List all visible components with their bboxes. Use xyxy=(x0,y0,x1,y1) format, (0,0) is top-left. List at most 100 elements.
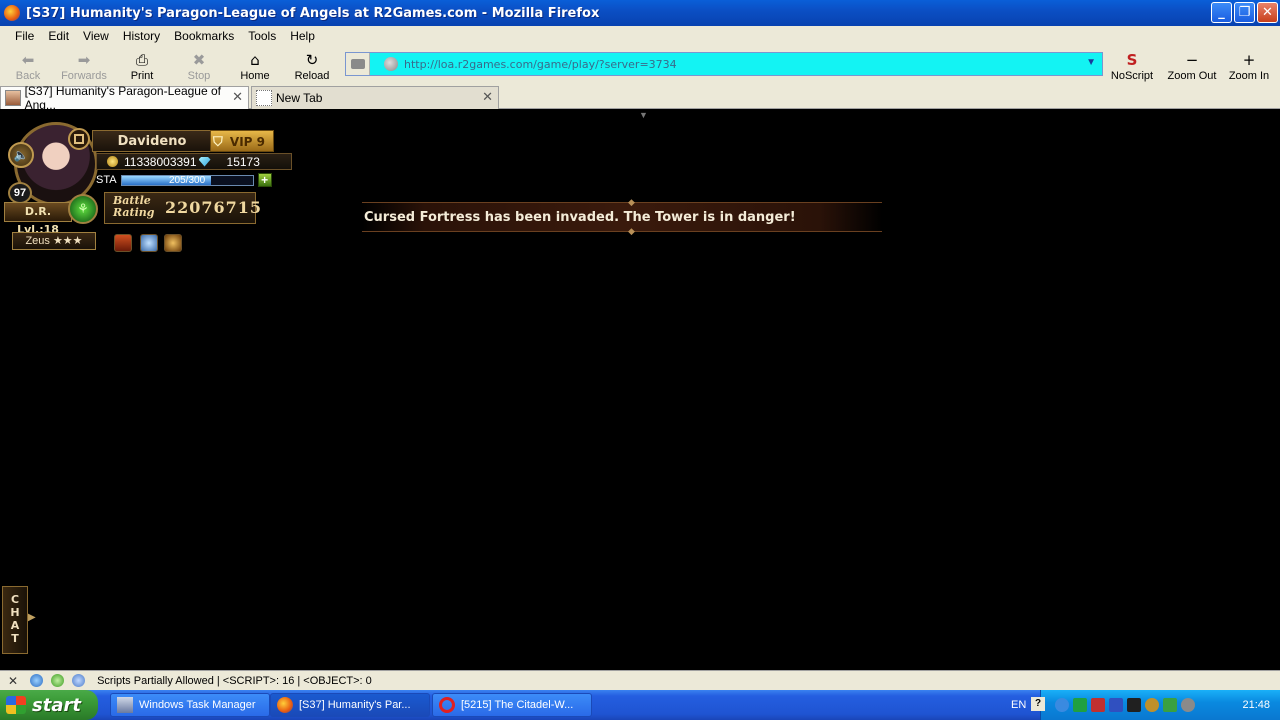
tray-expand-icon[interactable] xyxy=(1055,698,1069,712)
reload-button[interactable]: ↻ Reload xyxy=(284,48,340,82)
info-icon[interactable] xyxy=(72,674,86,687)
menu-bar: File Edit View History Bookmarks Tools H… xyxy=(0,26,1280,46)
noscript-label: NoScript xyxy=(1110,70,1154,82)
player-hud: 🔈 97 Davideno ⛉ VIP 9 11338003391 15173 … xyxy=(0,120,300,260)
vip-badge[interactable]: ⛉ VIP 9 xyxy=(210,130,274,152)
gold-coin-icon xyxy=(107,156,118,167)
menu-help[interactable]: Help xyxy=(283,29,322,43)
home-icon: ⌂ xyxy=(250,51,260,69)
language-indicator[interactable]: EN xyxy=(1011,699,1026,711)
battle-rating-panel: Battle Rating 22076715 xyxy=(104,192,261,224)
noscript-button[interactable]: S NoScript xyxy=(1104,48,1160,82)
forward-label: Forwards xyxy=(61,70,107,82)
menu-square-icon[interactable] xyxy=(68,128,90,150)
windows-logo-icon xyxy=(6,696,26,714)
close-window-button[interactable]: ✕ xyxy=(1257,2,1278,23)
close-tab-icon[interactable]: ✕ xyxy=(482,90,493,105)
green-status-icon[interactable] xyxy=(51,674,65,687)
vip-label: VIP 9 xyxy=(229,135,265,149)
player-level-badge: 97 xyxy=(8,182,32,204)
clock: 21:48 xyxy=(1242,699,1270,711)
bookmark-page-icon[interactable] xyxy=(346,53,370,75)
tray-app-icon[interactable] xyxy=(1145,698,1159,712)
reload-label: Reload xyxy=(294,70,330,82)
gold-amount: 11338003391 xyxy=(124,154,197,169)
tab-label: New Tab xyxy=(276,91,323,105)
menu-bookmarks[interactable]: Bookmarks xyxy=(167,29,241,43)
task-item-opera[interactable]: [5215] The Citadel-W... xyxy=(432,693,592,717)
back-button[interactable]: ⬅ Back xyxy=(0,48,56,82)
printer-icon: ⎙ xyxy=(135,51,148,69)
tray-volume-icon[interactable] xyxy=(1181,698,1195,712)
tab-new[interactable]: New Tab ✕ xyxy=(251,86,499,109)
battle-rating-label: Battle Rating xyxy=(113,195,157,219)
home-button[interactable]: ⌂ Home xyxy=(227,48,283,82)
chat-toggle-button[interactable]: CHAT xyxy=(2,586,28,654)
game-favicon-icon xyxy=(5,90,21,106)
minimize-button[interactable]: _ xyxy=(1211,2,1232,23)
stop-x-icon: ✖ xyxy=(192,51,206,69)
god-name-plate[interactable]: Zeus ★★★ xyxy=(12,232,96,250)
tray-app-icon[interactable] xyxy=(1109,698,1123,712)
chat-letter: A xyxy=(10,619,20,632)
url-dropdown-icon[interactable]: ▼ xyxy=(1086,57,1096,68)
menu-history[interactable]: History xyxy=(116,29,167,43)
close-tab-icon[interactable]: ✕ xyxy=(232,90,243,105)
zoom-in-button[interactable]: + Zoom In xyxy=(1221,48,1277,82)
stop-button[interactable]: ✖ Stop xyxy=(171,48,227,82)
speaker-icon[interactable]: 🔈 xyxy=(8,142,34,168)
address-bar[interactable]: http://loa.r2games.com/game/play/?server… xyxy=(345,52,1103,76)
stamina-row: STA 205/300 + xyxy=(96,172,292,188)
close-statusbar-icon[interactable]: ✕ xyxy=(8,674,18,688)
menu-view[interactable]: View xyxy=(76,29,116,43)
help-icon[interactable]: ? xyxy=(1031,697,1045,711)
system-tray: EN ? 21:48 xyxy=(1011,690,1280,720)
firefox-task-icon xyxy=(277,697,293,713)
add-stamina-button[interactable]: + xyxy=(257,173,272,187)
menu-tools[interactable]: Tools xyxy=(241,29,283,43)
shield-buff-icon[interactable] xyxy=(140,234,158,252)
task-label: [5215] The Citadel-W... xyxy=(461,699,574,711)
menu-edit[interactable]: Edit xyxy=(41,29,76,43)
start-button[interactable]: start xyxy=(0,690,98,720)
zoom-out-label: Zoom Out xyxy=(1167,70,1217,82)
tray-app-icon[interactable] xyxy=(1127,698,1141,712)
print-label: Print xyxy=(130,70,154,82)
fire-buff-icon[interactable] xyxy=(114,234,132,252)
chat-letter: C xyxy=(10,593,20,606)
warrior-buff-icon[interactable] xyxy=(164,234,182,252)
announcement-banner: ◆ Cursed Fortress has been invaded. The … xyxy=(362,197,882,236)
dragon-rune-icon[interactable]: ⚘ xyxy=(68,194,98,224)
noscript-status-text: Scripts Partially Allowed | <SCRIPT>: 16… xyxy=(97,674,372,687)
globe-status-icon[interactable] xyxy=(30,674,44,687)
tab-bar: [S37] Humanity's Paragon-League of Ang..… xyxy=(0,84,1280,112)
window-titlebar: [S37] Humanity's Paragon-League of Angel… xyxy=(0,0,1280,26)
window-title: [S37] Humanity's Paragon-League of Angel… xyxy=(26,5,600,21)
tab-game[interactable]: [S37] Humanity's Paragon-League of Ang..… xyxy=(0,84,249,112)
game-viewport[interactable]: ▼ 🔈 97 Davideno ⛉ VIP 9 11338003391 1517… xyxy=(0,110,1280,670)
task-item-firefox[interactable]: [S37] Humanity's Par... xyxy=(270,693,430,717)
zoom-in-label: Zoom In xyxy=(1228,70,1270,82)
dr-level-label: D.R. Lvl.:18 xyxy=(4,202,72,236)
menu-file[interactable]: File xyxy=(8,29,41,43)
chat-expand-arrow-icon[interactable]: ▶ xyxy=(28,612,36,623)
minus-icon: − xyxy=(1185,51,1199,69)
currency-row: 11338003391 15173 xyxy=(96,153,292,170)
forward-button[interactable]: ➡ Forwards xyxy=(56,48,112,82)
plus-icon: + xyxy=(1242,51,1256,69)
task-label: [S37] Humanity's Par... xyxy=(299,699,411,711)
tray-network-icon[interactable] xyxy=(1073,698,1087,712)
tray-check-icon[interactable] xyxy=(1163,698,1177,712)
collapse-arrow-icon[interactable]: ▼ xyxy=(639,110,648,120)
url-text[interactable]: http://loa.r2games.com/game/play/?server… xyxy=(404,58,677,71)
window-controls: _ ❐ ✕ xyxy=(1211,2,1278,23)
print-button[interactable]: ⎙ Print xyxy=(114,48,170,82)
firefox-icon xyxy=(4,5,20,21)
zoom-out-button[interactable]: − Zoom Out xyxy=(1164,48,1220,82)
blank-page-icon xyxy=(256,90,272,106)
site-identity-icon[interactable] xyxy=(384,57,398,71)
task-manager-icon xyxy=(117,697,133,713)
tray-app-icon[interactable] xyxy=(1091,698,1105,712)
restore-button[interactable]: ❐ xyxy=(1234,2,1255,23)
task-item-task-manager[interactable]: Windows Task Manager xyxy=(110,693,270,717)
